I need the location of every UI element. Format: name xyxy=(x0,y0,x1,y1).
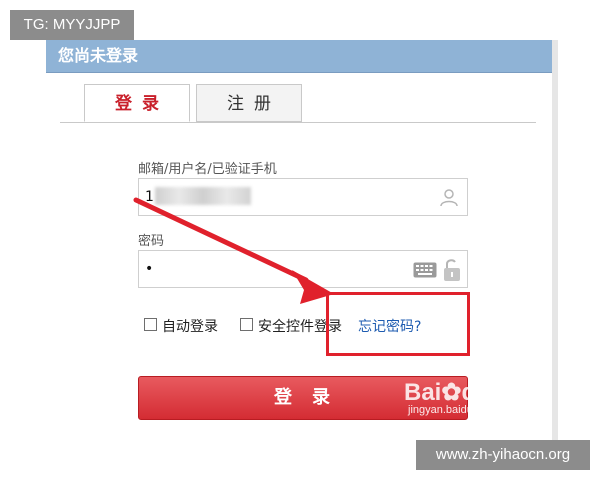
watermark-product: 经验 xyxy=(494,387,525,404)
watermark-brand: Bai xyxy=(404,379,442,406)
panel-header: 您尚未登录 xyxy=(46,40,552,73)
auto-login-label: 自动登录 xyxy=(162,319,218,335)
tab-register[interactable]: 注册 xyxy=(196,84,302,122)
highlight-box xyxy=(326,292,470,356)
user-icon xyxy=(440,189,458,207)
tab-login[interactable]: 登录 xyxy=(84,84,190,122)
auto-login-checkbox[interactable] xyxy=(144,318,157,331)
watermark-url: jingyan.baidu.com xyxy=(408,404,497,416)
password-label: 密码 xyxy=(138,234,165,249)
panel-title: 您尚未登录 xyxy=(58,46,139,65)
password-field[interactable]: • xyxy=(138,250,468,288)
lock-icon xyxy=(444,259,460,281)
scrollbar[interactable] xyxy=(552,40,558,440)
site-label: www.zh-yihaocn.org xyxy=(416,440,590,470)
paw-icon: ✿ xyxy=(441,379,462,406)
overlay-label: TG: MYYJJPP xyxy=(10,10,134,40)
keyboard-icon[interactable] xyxy=(413,262,437,278)
username-field[interactable]: 1 xyxy=(138,178,468,216)
secure-login-checkbox[interactable] xyxy=(240,318,253,331)
baidu-watermark: Bai✿du 经验 xyxy=(404,378,525,407)
blurred-username xyxy=(155,187,251,205)
username-label: 邮箱/用户名/已验证手机 xyxy=(138,162,277,177)
username-value: 1 xyxy=(145,189,154,205)
watermark-brand-suffix: du xyxy=(461,379,491,406)
password-value: • xyxy=(145,261,154,277)
tab-divider xyxy=(60,122,536,123)
